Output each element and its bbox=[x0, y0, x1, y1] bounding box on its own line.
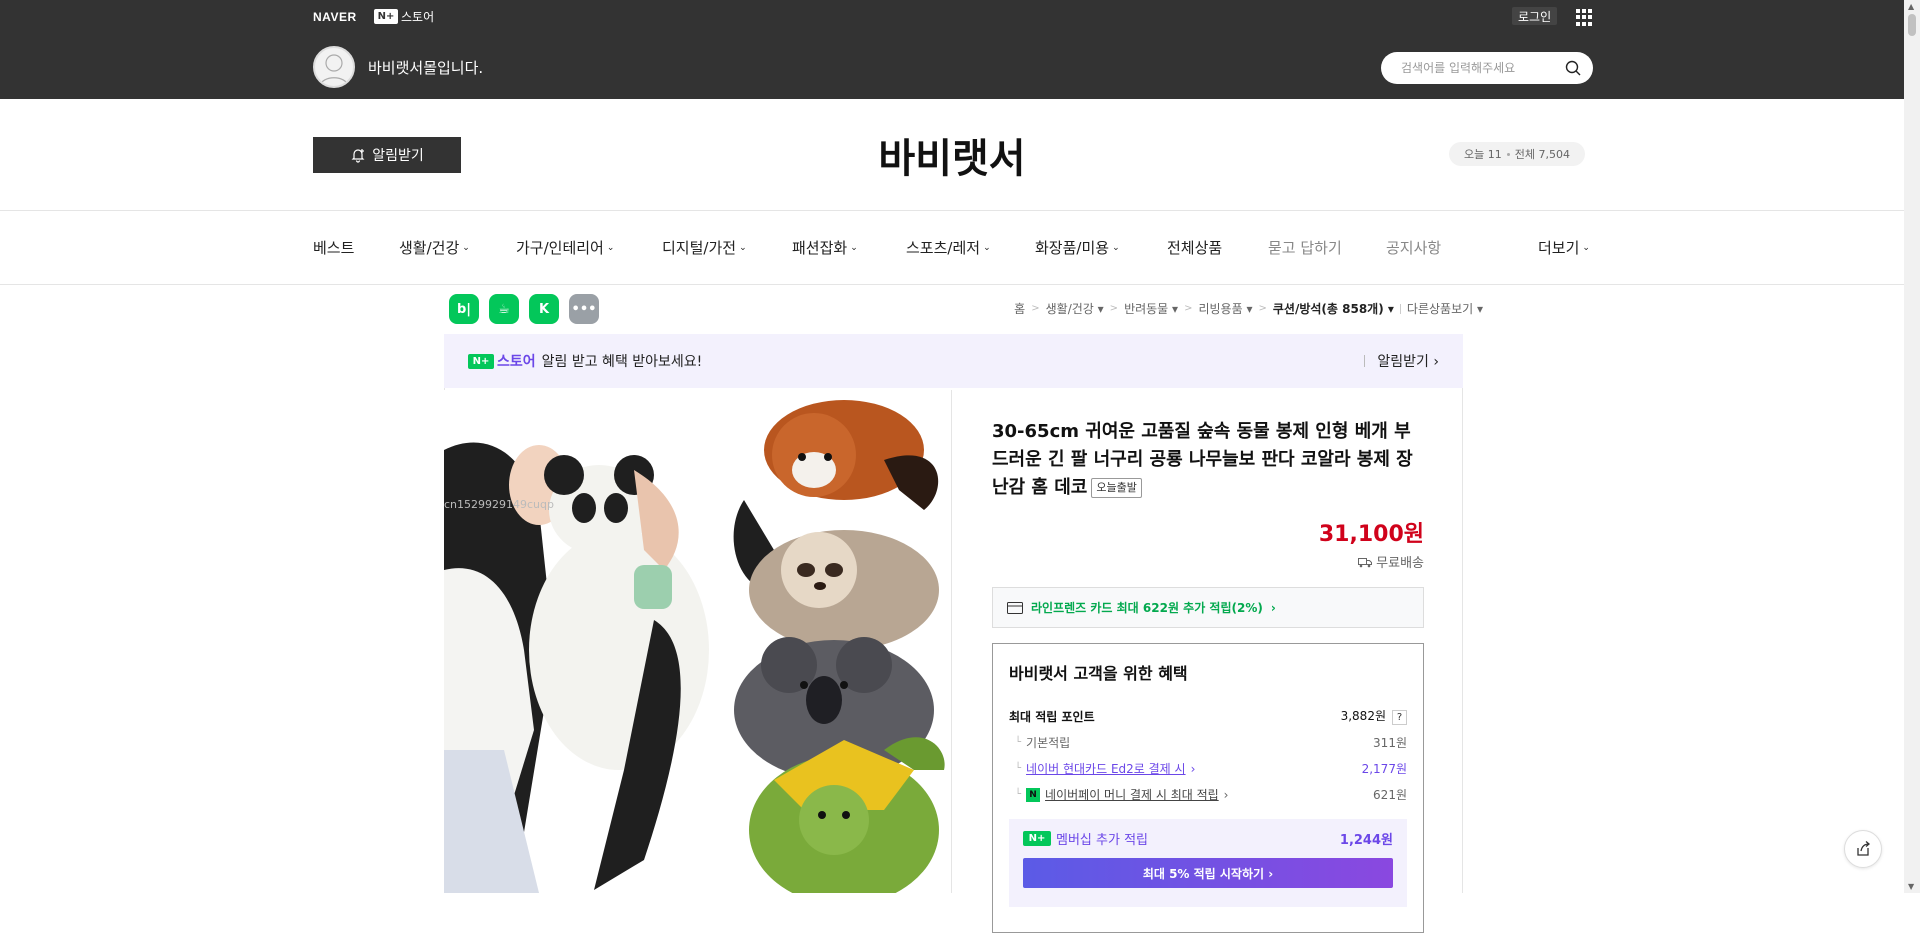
login-button[interactable]: 로그인 bbox=[1512, 7, 1558, 25]
start-membership-button[interactable]: 최대 5% 적립 시작하기 › bbox=[1023, 858, 1393, 888]
credit-card-icon bbox=[1007, 601, 1023, 614]
promo-text: 알림 받고 혜택 받아보세요! bbox=[541, 354, 703, 370]
nav-item-more[interactable]: 더보기 ⌄ bbox=[1538, 237, 1590, 258]
svg-text:cn1529929149cuqp: cn1529929149cuqp bbox=[444, 498, 554, 511]
search-icon[interactable] bbox=[1563, 58, 1583, 78]
page-scrollbar[interactable]: ▲ ▼ bbox=[1904, 0, 1920, 893]
chevron-down-icon: ⌄ bbox=[983, 242, 991, 253]
store-title[interactable]: 바비랫서 bbox=[0, 126, 1904, 184]
store-avatar[interactable] bbox=[313, 46, 355, 88]
truck-icon bbox=[1358, 557, 1373, 567]
benefits-title: 바비랫서 고객을 위한 혜택 bbox=[1009, 664, 1188, 683]
nav-divider-bottom bbox=[0, 284, 1904, 285]
nav-item-fashion[interactable]: 패션잡화 ⌄ bbox=[792, 237, 858, 258]
nav-item-beauty[interactable]: 화장품/미용 ⌄ bbox=[1035, 237, 1120, 258]
nav-item-qna[interactable]: 묻고 답하기 bbox=[1268, 237, 1342, 258]
search-box bbox=[1381, 52, 1593, 84]
max-points-row: 최대 적립 포인트 3,882원? bbox=[1009, 707, 1407, 725]
nav-item-living-health[interactable]: 생활/건강 ⌄ bbox=[399, 237, 470, 258]
top-bar: NAVER N+ 스토어 로그인 바비랫서몰입니다. bbox=[0, 0, 1904, 99]
floating-share-button[interactable] bbox=[1844, 830, 1882, 868]
plush-toys-photo: cn1529929149cuqp bbox=[444, 390, 951, 893]
store-label: 스토어 bbox=[401, 10, 435, 24]
naver-logo[interactable]: NAVER bbox=[313, 10, 357, 24]
scroll-down-icon[interactable]: ▼ bbox=[1908, 882, 1914, 891]
benefits-box: 바비랫서 고객을 위한 혜택 최대 적립 포인트 3,882원? └ 기본적립 3… bbox=[992, 643, 1424, 933]
nav-item-digital[interactable]: 디지털/가전 ⌄ bbox=[662, 237, 747, 258]
npay-money-link[interactable]: 네이버페이 머니 결제 시 최대 적립 bbox=[1045, 786, 1219, 803]
hyundai-card-points-row: └ 네이버 현대카드 Ed2로 결제 시 › 2,177원 bbox=[1015, 760, 1407, 777]
today-shipping-badge: 오늘출발 bbox=[1091, 478, 1142, 498]
chevron-down-icon: ⌄ bbox=[606, 242, 615, 253]
store-greeting: 바비랫서몰입니다. bbox=[368, 59, 484, 77]
scroll-thumb[interactable] bbox=[1908, 14, 1916, 36]
breadcrumb-category-1[interactable]: 생활/건강 ▾ bbox=[1046, 300, 1104, 317]
nav-divider-top bbox=[0, 210, 1904, 211]
nav-item-furniture[interactable]: 가구/인테리어 ⌄ bbox=[516, 237, 614, 258]
product-price: 31,100원 bbox=[1318, 522, 1424, 547]
cafe-share-icon[interactable]: ☕ bbox=[489, 294, 519, 324]
npay-points-row: └ N 네이버페이 머니 결제 시 최대 적립 › 621원 bbox=[1015, 786, 1407, 803]
breadcrumb-current[interactable]: 쿠션/방석(총 858개) ▾ bbox=[1273, 300, 1394, 317]
product-title: 30-65cm 귀여운 고품질 숲속 동물 봉제 인형 베개 부드러운 긴 팔 … bbox=[992, 421, 1413, 498]
breadcrumb-home[interactable]: 홈 bbox=[1014, 300, 1025, 317]
scroll-up-icon[interactable]: ▲ bbox=[1908, 2, 1914, 11]
npay-icon: N bbox=[1026, 787, 1041, 802]
product-info: 30-65cm 귀여운 고품질 숲속 동물 봉제 인형 베개 부드러운 긴 팔 … bbox=[992, 418, 1424, 933]
breadcrumb-category-3[interactable]: 리빙용품 ▾ bbox=[1198, 300, 1252, 317]
breadcrumb-other-products[interactable]: 다른상품보기 ▾ bbox=[1407, 300, 1483, 317]
share-icon bbox=[1857, 841, 1871, 856]
membership-box: N+ 멤버십 추가 적립 1,244원 최대 5% 적립 시작하기 › bbox=[1009, 819, 1407, 907]
search-input[interactable] bbox=[1401, 61, 1563, 75]
chevron-down-icon: ⌄ bbox=[739, 242, 747, 253]
basic-points-row: └ 기본적립 311원 bbox=[1015, 736, 1407, 750]
hyundai-card-link[interactable]: 네이버 현대카드 Ed2로 결제 시 bbox=[1026, 760, 1186, 777]
promo-alarm-link[interactable]: 알림받기 › bbox=[1377, 351, 1439, 371]
breadcrumb-category-2[interactable]: 반려동물 ▾ bbox=[1124, 300, 1178, 317]
shipping-info: 무료배송 bbox=[992, 552, 1424, 571]
visitors-total: 전체 7,504 bbox=[1514, 148, 1570, 161]
keep-bookmark-icon[interactable]: K bbox=[529, 294, 559, 324]
nplus-membership-badge: N+ bbox=[1023, 831, 1051, 846]
membership-label: 멤버십 추가 적립 bbox=[1056, 833, 1148, 848]
more-share-icon[interactable]: ••• bbox=[569, 294, 599, 324]
avatar-person-icon bbox=[319, 54, 349, 86]
apps-grid-icon[interactable] bbox=[1576, 9, 1593, 26]
card-benefit-link[interactable]: 라인프렌즈 카드 최대 622원 추가 적립(2%) › bbox=[992, 587, 1424, 628]
nplus-store-logo[interactable]: N+ 스토어 bbox=[374, 8, 434, 25]
chevron-down-icon: ⌄ bbox=[1112, 242, 1120, 253]
membership-value: 1,244원 bbox=[1339, 833, 1393, 848]
visitors-today: 오늘 11 bbox=[1464, 148, 1502, 161]
store-alarm-promo-banner: N+ 스토어 알림 받고 혜택 받아보세요! 알림받기 › bbox=[444, 334, 1463, 388]
nav-item-all-products[interactable]: 전체상품 bbox=[1167, 237, 1222, 258]
nplus-store-promo-logo: N+ 스토어 bbox=[468, 351, 536, 371]
nav-item-notice[interactable]: 공지사항 bbox=[1386, 237, 1441, 258]
visitor-count: 오늘 11 전체 7,504 bbox=[1449, 142, 1585, 166]
product-image[interactable]: cn1529929149cuqp bbox=[444, 390, 952, 893]
help-icon[interactable]: ? bbox=[1392, 710, 1407, 725]
chevron-down-icon: ⌄ bbox=[462, 242, 470, 253]
nav-item-best[interactable]: 베스트 bbox=[313, 237, 354, 258]
breadcrumb: 홈 > 생활/건강 ▾ > 반려동물 ▾ > 리빙용품 ▾ > 쿠션/방석(총 … bbox=[1014, 300, 1483, 317]
chevron-down-icon: ⌄ bbox=[1582, 242, 1590, 253]
blog-share-icon[interactable]: b| bbox=[449, 294, 479, 324]
nplus-badge: N+ bbox=[374, 9, 398, 24]
nav-item-sports[interactable]: 스포츠/레저 ⌄ bbox=[906, 237, 991, 258]
share-icons: b| ☕ K ••• bbox=[449, 294, 599, 324]
chevron-down-icon: ⌄ bbox=[850, 242, 858, 253]
